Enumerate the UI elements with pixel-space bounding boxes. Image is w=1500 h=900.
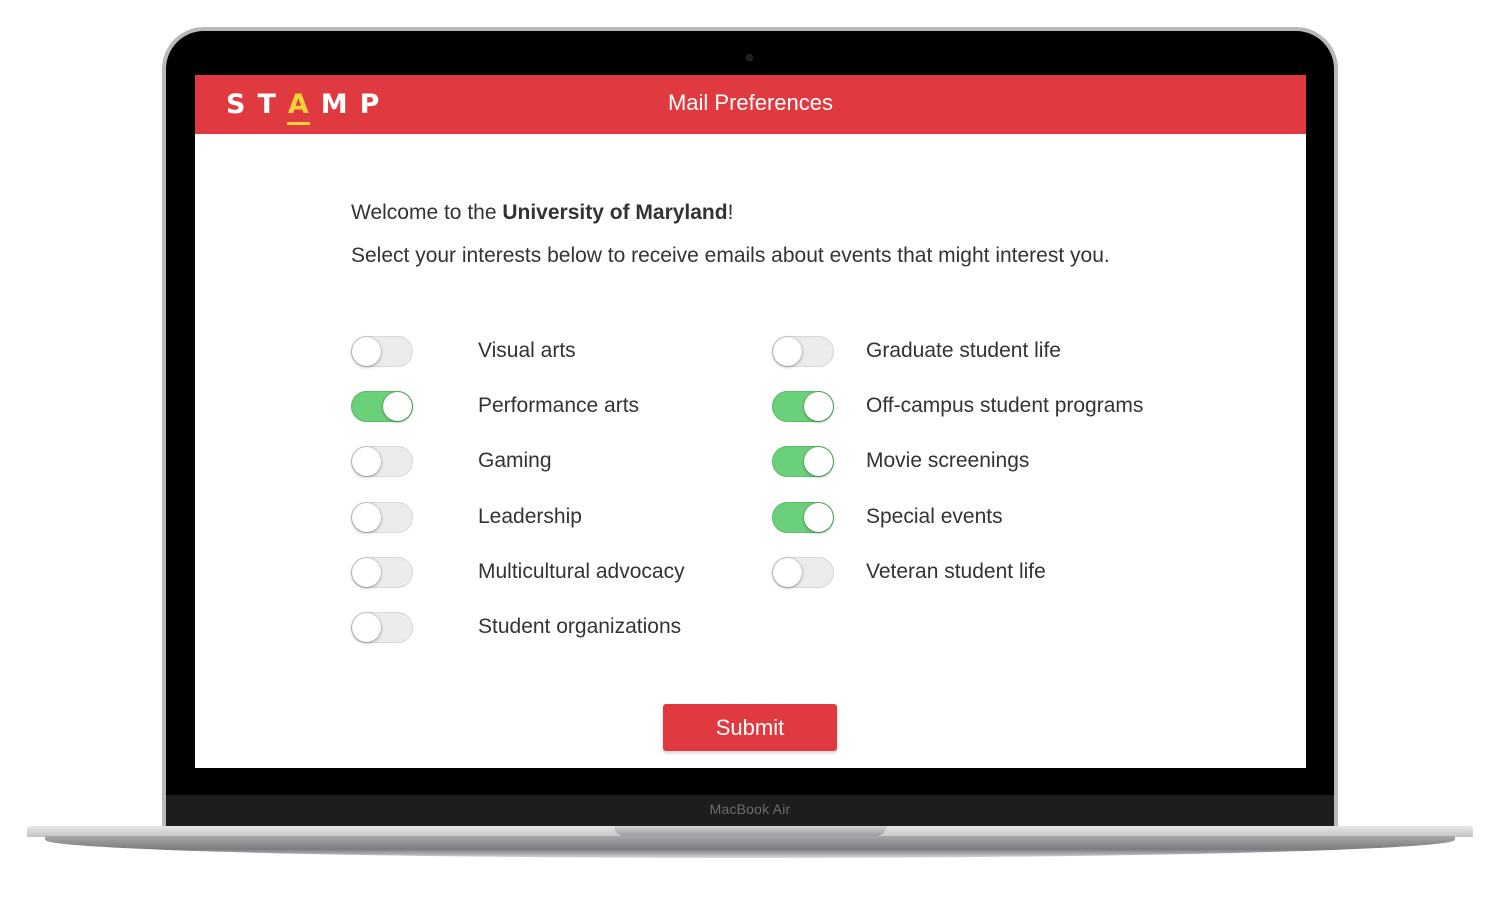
toggle-multicultural-advocacy[interactable] bbox=[351, 557, 413, 588]
toggle-label-gaming: Gaming bbox=[478, 449, 552, 472]
toggle-movie-screenings[interactable] bbox=[772, 446, 834, 477]
laptop-brand-label: MacBook Air bbox=[709, 801, 791, 817]
toggle-label-performance-arts: Performance arts bbox=[478, 394, 640, 417]
toggle-knob bbox=[352, 613, 381, 642]
welcome-message: Welcome to the University of Maryland! bbox=[351, 201, 733, 225]
toggle-knob bbox=[352, 558, 381, 587]
laptop-base-notch bbox=[614, 826, 886, 836]
toggle-veteran-student-life[interactable] bbox=[772, 557, 834, 588]
toggle-knob bbox=[352, 503, 381, 532]
toggle-label-off-campus-student-programs: Off-campus student programs bbox=[866, 394, 1144, 417]
toggle-gaming[interactable] bbox=[351, 446, 413, 477]
toggle-special-events[interactable] bbox=[772, 502, 834, 533]
camera-icon bbox=[746, 54, 753, 61]
toggle-knob bbox=[804, 392, 833, 421]
toggle-knob bbox=[804, 503, 833, 532]
toggle-label-multicultural-advocacy: Multicultural advocacy bbox=[478, 560, 685, 583]
toggle-label-graduate-student-life: Graduate student life bbox=[866, 339, 1061, 362]
toggle-label-special-events: Special events bbox=[866, 505, 1003, 528]
toggle-label-leadership: Leadership bbox=[478, 505, 582, 528]
toggle-knob bbox=[352, 337, 381, 366]
page-title: Mail Preferences bbox=[667, 90, 834, 115]
toggle-label-veteran-student-life: Veteran student life bbox=[866, 560, 1046, 583]
laptop-base-bottom bbox=[45, 836, 1455, 858]
toggle-knob bbox=[773, 337, 802, 366]
toggle-knob bbox=[804, 447, 833, 476]
toggle-knob bbox=[383, 392, 412, 421]
toggle-knob bbox=[773, 558, 802, 587]
toggle-off-campus-student-programs[interactable] bbox=[772, 391, 834, 422]
toggle-student-organizations[interactable] bbox=[351, 612, 413, 643]
welcome-suffix: ! bbox=[727, 201, 734, 224]
university-name: University of Maryland bbox=[502, 201, 728, 224]
toggle-leadership[interactable] bbox=[351, 502, 413, 533]
screen: S T A M P Mail Preferences Welcome to th… bbox=[195, 75, 1306, 768]
instructions-text: Select your interests below to receive e… bbox=[351, 244, 1110, 267]
toggle-label-visual-arts: Visual arts bbox=[478, 339, 576, 362]
submit-button[interactable]: Submit bbox=[663, 704, 837, 751]
app-header: S T A M P Mail Preferences bbox=[195, 75, 1306, 134]
toggle-performance-arts[interactable] bbox=[351, 391, 413, 422]
toggle-label-student-organizations: Student organizations bbox=[478, 615, 682, 638]
welcome-prefix: Welcome to the bbox=[351, 201, 503, 224]
toggle-knob bbox=[352, 447, 381, 476]
toggle-label-movie-screenings: Movie screenings bbox=[866, 449, 1030, 472]
toggle-visual-arts[interactable] bbox=[351, 336, 413, 367]
toggle-graduate-student-life[interactable] bbox=[772, 336, 834, 367]
